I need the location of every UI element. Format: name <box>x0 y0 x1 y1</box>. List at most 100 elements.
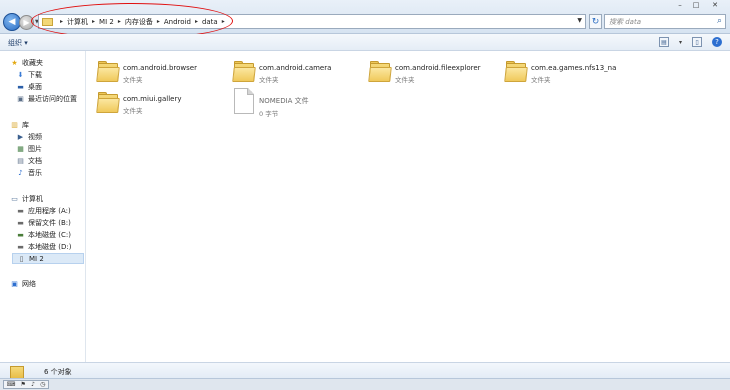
document-icon: ▤ <box>17 156 24 165</box>
video-icon: ▶ <box>17 132 24 141</box>
item-size: 0 字节 <box>259 110 279 118</box>
flag-icon[interactable]: ⚑ <box>20 381 25 388</box>
preview-pane-icon[interactable]: ▯ <box>692 37 702 47</box>
address-bar[interactable]: ▸ 计算机 ▸ MI 2 ▸ 内存设备 ▸ Android ▸ data ▸ ▼ <box>38 14 586 29</box>
sidebar-item-computer[interactable]: ▭ 计算机 <box>10 193 43 204</box>
sidebar-item-label: 本地磁盘 (D:) <box>28 242 72 251</box>
drive-icon: ▬ <box>17 206 24 215</box>
sidebar-item-label: 应用程序 (A:) <box>28 206 71 215</box>
address-history-dropdown[interactable]: ▼ <box>577 17 582 24</box>
chevron-right-icon[interactable]: ▸ <box>195 18 198 25</box>
folder-item[interactable]: com.android.fileexplorer 文件夹 <box>368 57 504 87</box>
chevron-right-icon[interactable]: ▸ <box>157 18 160 25</box>
breadcrumb-computer[interactable]: 计算机 <box>67 17 88 27</box>
maximize-button[interactable]: □ <box>688 0 704 10</box>
star-icon: ★ <box>11 58 18 67</box>
sidebar-item-drive-c[interactable]: ▬ 本地磁盘 (C:) <box>16 229 71 240</box>
network-icon: ▣ <box>11 279 18 288</box>
folder-item[interactable]: com.miui.gallery 文件夹 <box>96 88 232 118</box>
refresh-button[interactable]: ↻ <box>589 14 602 29</box>
close-button[interactable]: ✕ <box>704 0 726 10</box>
sidebar-item-label: 最近访问的位置 <box>28 94 77 103</box>
view-dropdown-icon[interactable]: ▾ <box>679 39 682 46</box>
drive-icon: ▬ <box>17 242 24 251</box>
search-placeholder: 搜索 data <box>609 17 641 26</box>
breadcrumb-android[interactable]: Android <box>164 18 191 26</box>
folder-icon <box>368 59 392 83</box>
chevron-right-icon[interactable]: ▸ <box>118 18 121 25</box>
details-pane: 6 个对象 <box>0 362 730 379</box>
change-view-icon[interactable]: ▤ <box>658 37 669 47</box>
search-icon[interactable]: ⌕ <box>717 16 722 26</box>
sidebar-item-music[interactable]: ♪ 音乐 <box>16 167 42 178</box>
breadcrumb-data[interactable]: data <box>202 18 218 26</box>
sidebar-item-videos[interactable]: ▶ 视频 <box>16 131 42 142</box>
sidebar-item-label: 网络 <box>22 279 36 288</box>
folder-item[interactable]: com.android.camera 文件夹 <box>232 57 368 87</box>
sidebar-item-downloads[interactable]: ⬇ 下载 <box>16 69 42 80</box>
sidebar-item-recent[interactable]: ▣ 最近访问的位置 <box>16 93 77 104</box>
sidebar-item-label: 收藏夹 <box>22 58 43 67</box>
sidebar-item-libraries[interactable]: ▥ 库 <box>10 119 29 130</box>
item-name: com.android.camera <box>259 64 332 72</box>
folder-item[interactable]: com.android.browser 文件夹 <box>96 57 232 87</box>
search-input[interactable]: 搜索 data ⌕ <box>604 14 726 29</box>
title-address-bar: – □ ✕ ◀ ▶ ▼ ▸ 计算机 ▸ MI 2 ▸ 内存设备 ▸ Androi… <box>0 0 730 39</box>
sidebar-item-favorites[interactable]: ★ 收藏夹 <box>10 57 43 68</box>
computer-icon: ▭ <box>11 194 18 203</box>
sidebar-item-documents[interactable]: ▤ 文档 <box>16 155 42 166</box>
folder-icon <box>504 59 528 83</box>
input-method-icon[interactable]: ⌨ <box>7 381 16 388</box>
navigation-buttons: ◀ ▶ ▼ <box>3 13 39 31</box>
file-list: com.android.browser 文件夹 com.android.came… <box>86 51 730 362</box>
chevron-right-icon[interactable]: ▸ <box>60 18 63 25</box>
sidebar-item-label: 下载 <box>28 70 42 79</box>
command-bar: 组织 ▾ ▤ ▾ ▯ ? <box>0 34 730 51</box>
help-icon[interactable]: ? <box>712 37 722 47</box>
folder-icon <box>42 17 53 26</box>
drive-icon: ▬ <box>17 218 24 227</box>
sidebar-item-drive-b[interactable]: ▬ 保留文件 (B:) <box>16 217 71 228</box>
chevron-right-icon[interactable]: ▸ <box>222 18 225 25</box>
sidebar-item-label: 计算机 <box>22 194 43 203</box>
sidebar-item-drive-a[interactable]: ▬ 应用程序 (A:) <box>16 205 71 216</box>
sidebar-item-mi2[interactable]: ▯ MI 2 <box>12 253 84 264</box>
breadcrumb-internal-storage[interactable]: 内存设备 <box>125 17 153 27</box>
sidebar-item-label: 库 <box>22 120 29 129</box>
minimize-button[interactable]: – <box>672 0 688 10</box>
sidebar-item-label: MI 2 <box>29 254 44 263</box>
recent-places-icon: ▣ <box>17 94 24 103</box>
sidebar-item-label: 音乐 <box>28 168 42 177</box>
item-name: com.android.fileexplorer <box>395 64 481 72</box>
sidebar-item-pictures[interactable]: ▦ 图片 <box>16 143 42 154</box>
system-drive-icon: ▬ <box>17 230 24 239</box>
view-controls: ▤ ▾ ▯ ? <box>658 37 722 47</box>
picture-icon: ▦ <box>17 144 24 153</box>
sidebar-item-desktop[interactable]: ▬ 桌面 <box>16 81 42 92</box>
folder-icon <box>96 90 120 114</box>
sidebar-item-label: 图片 <box>28 144 42 153</box>
desktop-icon: ▬ <box>17 82 24 91</box>
download-icon: ⬇ <box>17 70 24 79</box>
organize-button[interactable]: 组织 ▾ <box>8 38 28 48</box>
item-count: 6 个对象 <box>44 368 72 376</box>
item-name: com.ea.games.nfs13_na <box>531 64 617 72</box>
forward-button[interactable]: ▶ <box>19 14 34 30</box>
item-name: com.miui.gallery <box>123 95 182 103</box>
sidebar-item-label: 视频 <box>28 132 42 141</box>
volume-icon[interactable]: ♪ <box>31 381 35 388</box>
navigation-pane: ★ 收藏夹 ⬇ 下载 ▬ 桌面 ▣ 最近访问的位置 ▥ 库 ▶ 视频 ▦ 图片 … <box>0 51 86 362</box>
item-type: 文件夹 <box>123 76 143 84</box>
clock-icon[interactable]: ◷ <box>40 381 45 388</box>
file-item[interactable]: NOMEDIA 文件 0 字节 <box>234 88 370 118</box>
folder-item[interactable]: com.ea.games.nfs13_na 文件夹 <box>504 57 640 87</box>
sidebar-item-network[interactable]: ▣ 网络 <box>10 278 36 289</box>
phone-icon: ▯ <box>19 254 24 263</box>
chevron-right-icon[interactable]: ▸ <box>92 18 95 25</box>
folder-icon <box>232 59 256 83</box>
sidebar-item-drive-d[interactable]: ▬ 本地磁盘 (D:) <box>16 241 71 252</box>
breadcrumb-mi2[interactable]: MI 2 <box>99 18 114 26</box>
library-icon: ▥ <box>11 120 18 129</box>
tray-icons: ⌨ ⚑ ♪ ◷ <box>3 380 49 389</box>
item-type: 文件夹 <box>259 76 279 84</box>
